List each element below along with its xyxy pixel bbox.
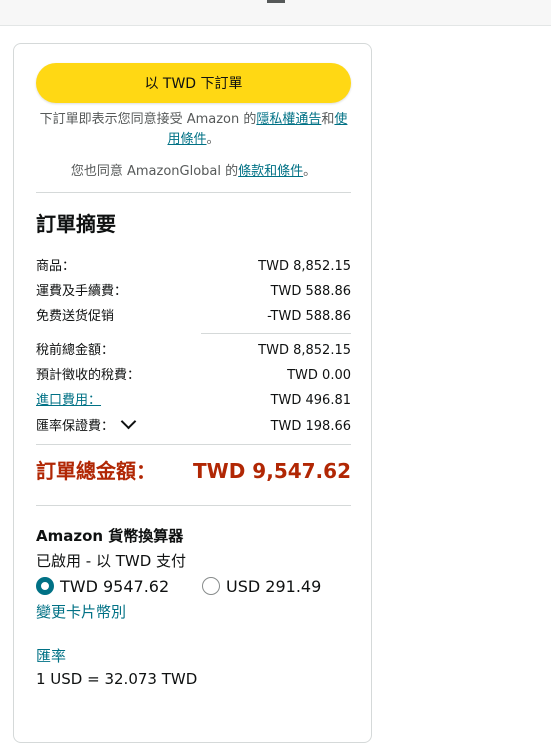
currency-option-label: USD 291.49 <box>226 576 322 596</box>
row-value: -TWD 588.86 <box>267 309 351 324</box>
row-label: 匯率保證費： <box>36 419 115 434</box>
row-label: 預計徵收的稅費： <box>36 368 141 383</box>
consent-prefix: 下訂單即表示您同意接受 Amazon 的 <box>39 112 257 127</box>
currency-radio-group: TWD 9547.62 USD 291.49 <box>36 573 351 599</box>
currency-option-twd[interactable]: TWD 9547.62 <box>36 573 169 599</box>
import-fees-link[interactable]: 進口費用： <box>36 391 101 411</box>
divider <box>36 444 351 445</box>
summary-row-shipping: 運費及手續費： TWD 588.86 <box>36 282 351 302</box>
summary-row-import-fees: 進口費用： TWD 496.81 <box>36 391 351 411</box>
top-bar <box>0 0 551 26</box>
row-value: TWD 8,852.15 <box>258 259 351 274</box>
exchange-rate-label: 匯率 <box>36 647 67 665</box>
subtotal-divider <box>201 333 351 334</box>
divider <box>36 505 351 506</box>
consent-suffix: 。 <box>206 132 220 147</box>
fx-fee-toggle[interactable]: 匯率保證費： <box>36 413 137 437</box>
currency-converter-title: Amazon 貨幣換算器 <box>36 527 184 545</box>
summary-row-tax: 預計徵收的稅費： TWD 0.00 <box>36 366 351 386</box>
order-total-label: 訂單總金額： <box>36 459 156 483</box>
global-consent-text: 您也同意 AmazonGlobal 的條款和條件。 <box>36 163 351 181</box>
row-label: 運費及手續費： <box>36 284 128 299</box>
row-value: TWD 0.00 <box>287 368 351 383</box>
top-bar-mark <box>267 0 285 3</box>
currency-option-usd[interactable]: USD 291.49 <box>202 573 321 599</box>
consent-text: 下訂單即表示您同意接受 Amazon 的隱私權通告和使用條件。 <box>36 110 351 150</box>
summary-row-free-shipping: 免费送货促销 -TWD 588.86 <box>36 307 351 327</box>
privacy-notice-link[interactable]: 隱私權通告 <box>256 112 321 127</box>
order-total-value: TWD 9,547.62 <box>193 459 351 483</box>
row-label: 免费送货促销 <box>36 309 115 324</box>
row-value: TWD 496.81 <box>270 393 351 408</box>
currency-converter-status: 已啟用 - 以 TWD 支付 <box>36 552 187 570</box>
global-consent-suffix: 。 <box>303 164 317 179</box>
summary-row-pretax: 稅前總金額： TWD 8,852.15 <box>36 341 351 361</box>
consent-and: 和 <box>321 112 335 127</box>
exchange-rate-value: 1 USD = 32.073 TWD <box>36 670 198 688</box>
global-terms-link[interactable]: 條款和條件 <box>238 164 303 179</box>
row-value: TWD 8,852.15 <box>258 343 351 358</box>
order-summary-panel: 以 TWD 下訂單 下訂單即表示您同意接受 Amazon 的隱私權通告和使用條件… <box>13 43 372 743</box>
summary-title: 訂單摘要 <box>36 212 116 236</box>
radio-selected-icon[interactable] <box>36 577 54 595</box>
row-value: TWD 588.86 <box>270 284 351 299</box>
change-card-currency-link[interactable]: 變更卡片幣別 <box>36 601 126 622</box>
place-order-button[interactable]: 以 TWD 下訂單 <box>36 63 351 103</box>
row-value: TWD 198.66 <box>270 419 351 434</box>
divider <box>36 192 351 193</box>
order-total: 訂單總金額： TWD 9,547.62 <box>36 456 351 486</box>
currency-option-label: TWD 9547.62 <box>60 576 170 596</box>
chevron-down-icon[interactable] <box>120 413 137 430</box>
row-label: 稅前總金額： <box>36 343 115 358</box>
radio-unselected-icon[interactable] <box>202 577 220 595</box>
summary-row-fx-fee: 匯率保證費： TWD 198.66 <box>36 413 351 437</box>
row-label: 商品： <box>36 259 76 274</box>
global-consent-prefix: 您也同意 AmazonGlobal 的 <box>70 164 239 179</box>
summary-row-items: 商品： TWD 8,852.15 <box>36 257 351 277</box>
